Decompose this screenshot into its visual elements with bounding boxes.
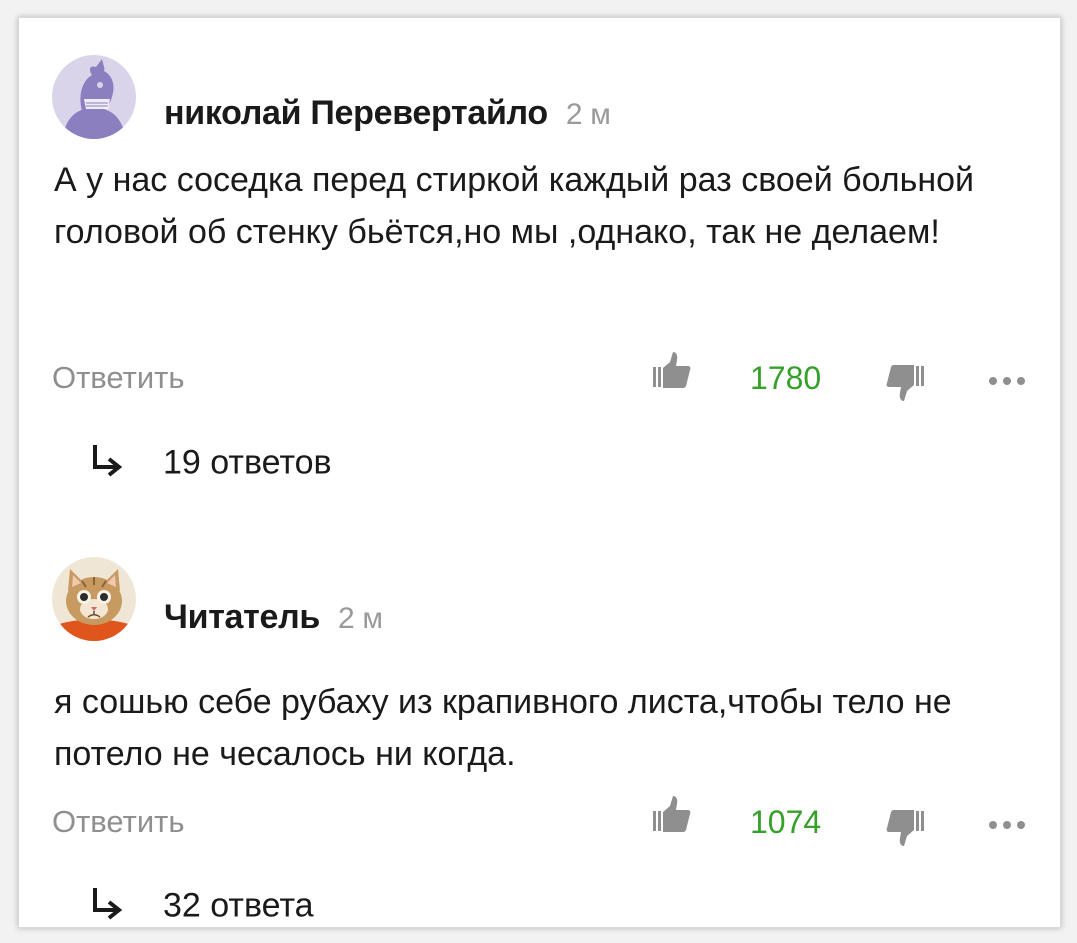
thumbs-up-icon[interactable] [652, 794, 692, 834]
author-name-text[interactable]: Читатель [164, 598, 320, 636]
thumbs-down-icon[interactable] [885, 363, 925, 403]
likes-count: 1074 [750, 804, 822, 840]
reply-arrow-icon [89, 443, 125, 486]
author-name[interactable]: Читатель 2 м [164, 598, 383, 637]
more-dots-icon[interactable] [985, 818, 1029, 832]
replies-toggle[interactable]: 32 ответа [89, 886, 314, 927]
reply-button[interactable]: Ответить [52, 360, 185, 396]
more-dots-icon[interactable] [985, 374, 1029, 388]
replies-count[interactable]: 19 ответов [163, 443, 332, 481]
timestamp: 2 м [338, 602, 383, 635]
author-name-text[interactable]: николай Перевертайло [164, 94, 548, 132]
author-name[interactable]: николай Перевертайло 2 м [164, 94, 611, 133]
comments-panel: николай Перевертайло 2 м А у нас соседка … [18, 17, 1061, 928]
comment-text: А у нас соседка перед стиркой каждый раз… [54, 161, 974, 251]
timestamp: 2 м [565, 98, 611, 131]
reply-button[interactable]: Ответить [52, 804, 185, 840]
likes-count: 1780 [750, 360, 822, 396]
replies-toggle[interactable]: 19 ответов [89, 443, 332, 486]
reply-arrow-icon [89, 886, 125, 927]
thumbs-down-icon[interactable] [885, 808, 925, 848]
cat-avatar-icon[interactable] [52, 557, 136, 641]
replies-count[interactable]: 32 ответа [163, 886, 314, 924]
bird-avatar-icon[interactable] [52, 55, 136, 139]
thumbs-up-icon[interactable] [652, 350, 692, 390]
comment-text: я сошью себе рубаху из крапивного листа,… [54, 683, 952, 773]
